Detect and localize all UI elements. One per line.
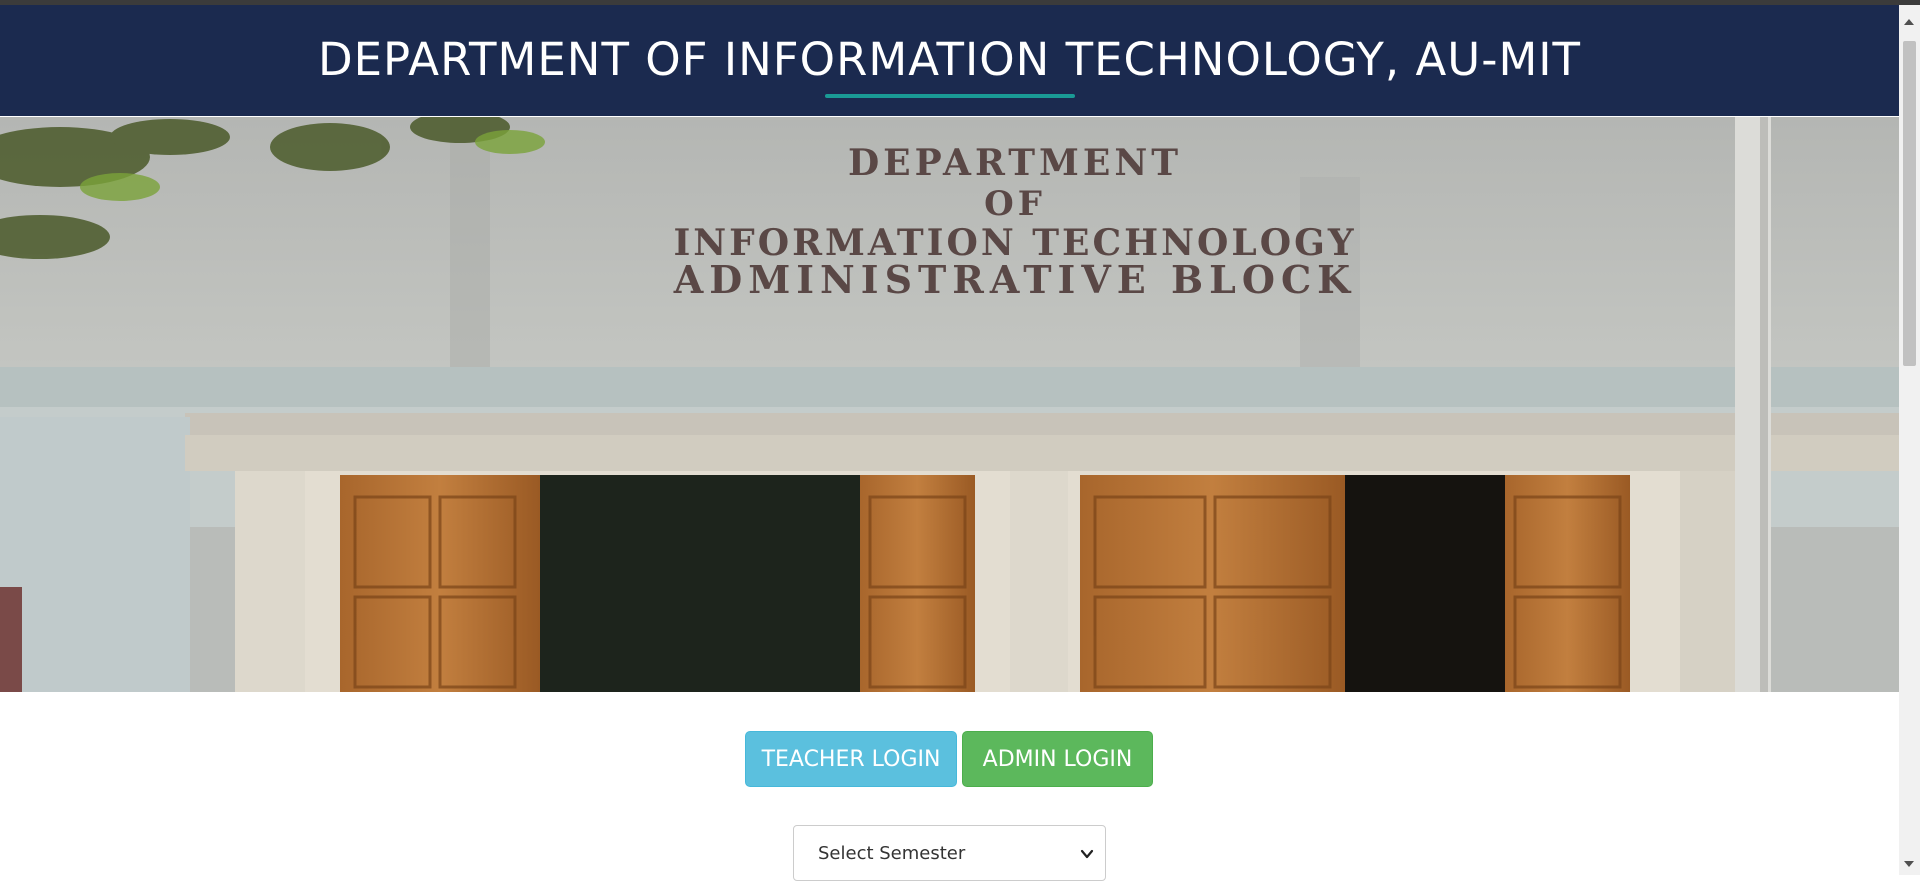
image-carousel[interactable]: DEPARTMENT OF INFORMATION TECHNOLOGY ADM… [0,117,1899,692]
admin-login-button[interactable]: ADMIN LOGIN [962,731,1153,787]
login-buttons: TEACHER LOGIN ADMIN LOGIN [745,731,1153,787]
sign-line-2: OF [984,184,1046,224]
sign-line-4: ADMINISTRATIVE BLOCK [673,257,1356,302]
sign-line-1: DEPARTMENT [848,142,1182,184]
page-title: DEPARTMENT OF INFORMATION TECHNOLOGY, AU… [317,33,1582,86]
page-scrollbar[interactable] [1899,5,1920,875]
carousel-slide-image: DEPARTMENT OF INFORMATION TECHNOLOGY ADM… [0,117,1899,692]
scroll-up-icon[interactable] [1904,19,1914,25]
semester-select[interactable]: Select Semester [793,825,1106,881]
teacher-login-button[interactable]: TEACHER LOGIN [745,731,957,787]
title-underline [825,94,1075,98]
semester-select-value: Select Semester [818,842,966,864]
scroll-down-icon[interactable] [1904,861,1914,867]
site-header: DEPARTMENT OF INFORMATION TECHNOLOGY, AU… [0,5,1899,116]
scrollbar-thumb[interactable] [1903,41,1916,366]
chevron-down-icon [1080,849,1094,859]
